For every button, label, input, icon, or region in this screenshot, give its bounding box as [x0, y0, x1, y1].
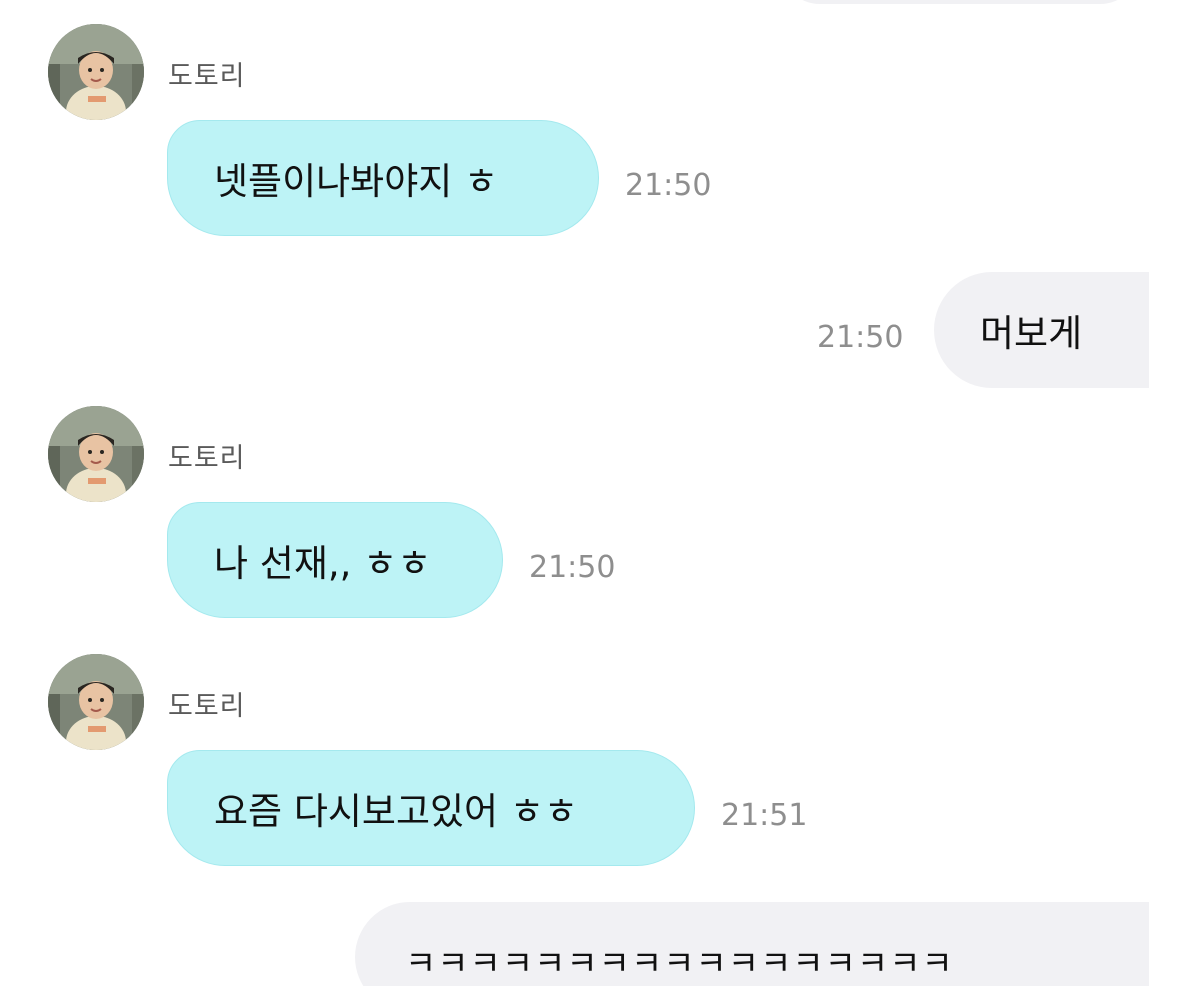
profile-photo-icon [48, 24, 144, 120]
message-text: 요즘 다시보고있어 ㅎㅎ [214, 790, 578, 833]
message-timestamp: 21:50 [625, 168, 712, 203]
incoming-message-bubble[interactable]: 넷플이나봐야지 ㅎ [167, 120, 599, 236]
previous-message-bubble[interactable] [780, 0, 1140, 4]
contact-avatar[interactable] [48, 24, 144, 120]
incoming-message-bubble[interactable]: 나 선재,, ㅎㅎ [167, 502, 503, 618]
profile-photo-icon [48, 406, 144, 502]
sender-name: 도토리 [168, 691, 246, 722]
message-text: 나 선재,, ㅎㅎ [214, 542, 432, 585]
sender-name: 도토리 [168, 443, 246, 474]
profile-photo-icon [48, 654, 144, 750]
sender-name: 도토리 [168, 61, 246, 92]
incoming-message-bubble[interactable]: 요즘 다시보고있어 ㅎㅎ [167, 750, 695, 866]
message-text: 넷플이나봐야지 ㅎ [214, 160, 499, 203]
message-text: 머보게 [980, 312, 1083, 355]
message-timestamp: 21:50 [529, 550, 616, 585]
message-text: ㅋㅋㅋㅋㅋㅋㅋㅋㅋㅋㅋㅋㅋㅋㅋㅋㅋ [405, 944, 954, 984]
message-timestamp: 21:50 [817, 320, 904, 355]
outgoing-message-bubble[interactable]: ㅋㅋㅋㅋㅋㅋㅋㅋㅋㅋㅋㅋㅋㅋㅋㅋㅋ [355, 902, 1149, 986]
contact-avatar[interactable] [48, 406, 144, 502]
chat-thread[interactable]: 도토리 넷플이나봐야지 ㅎ 21:50 21:50 머보게 도토리 나 선재,,… [0, 0, 1200, 986]
outgoing-message-bubble[interactable]: 머보게 [934, 272, 1149, 388]
message-timestamp: 21:51 [721, 798, 808, 833]
contact-avatar[interactable] [48, 654, 144, 750]
